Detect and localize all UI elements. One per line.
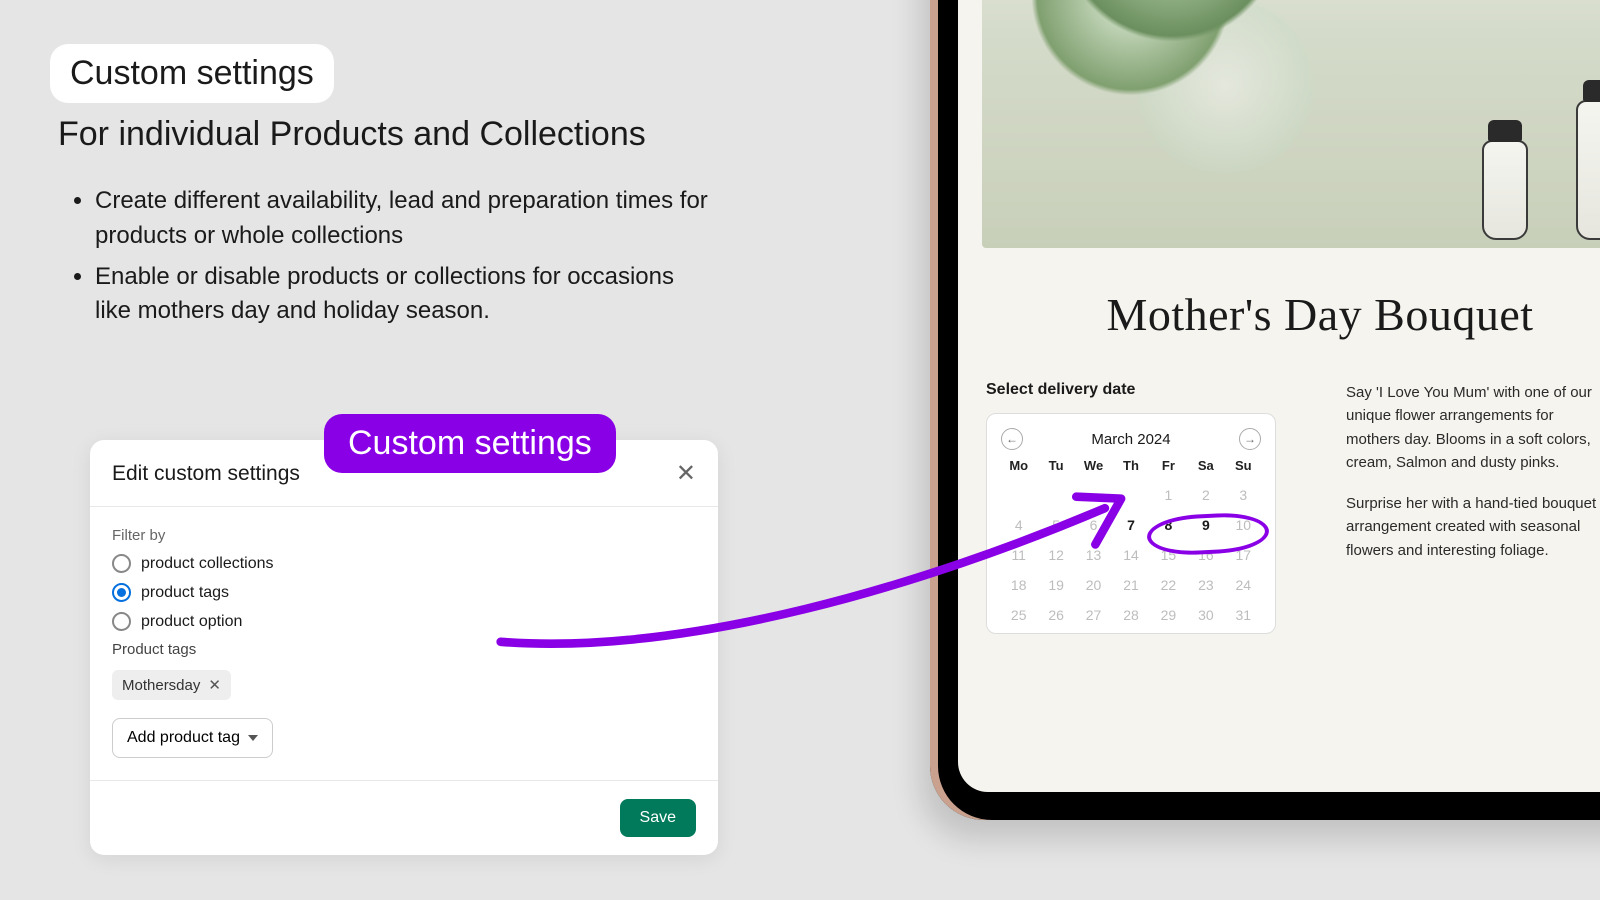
- tablet-device-frame: Mother's Day Bouquet Select delivery dat…: [930, 0, 1600, 820]
- radio-label: product tags: [141, 584, 229, 602]
- calendar-day: 20: [1076, 577, 1111, 593]
- calendar-day: 29: [1151, 607, 1186, 623]
- feature-bullet-list: Create different availability, lead and …: [95, 184, 715, 329]
- custom-settings-badge: Custom settings: [324, 414, 616, 473]
- calendar-day: 15: [1151, 547, 1186, 563]
- calendar-day: 22: [1151, 577, 1186, 593]
- radio-product-collections[interactable]: product collections: [112, 554, 696, 573]
- radio-label: product option: [141, 613, 242, 631]
- calendar-day[interactable]: 8: [1151, 517, 1186, 533]
- radio-icon: [112, 583, 131, 602]
- calendar-dow: Mo: [1001, 458, 1036, 473]
- product-tags-label: Product tags: [112, 641, 696, 658]
- calendar-day: [1076, 487, 1111, 503]
- calendar-day: 3: [1226, 487, 1261, 503]
- calendar-day: 5: [1038, 517, 1073, 533]
- delivery-date-calendar[interactable]: ← March 2024 → MoTuWeThFrSaSu12345678910…: [986, 413, 1276, 634]
- calendar-day: 21: [1113, 577, 1148, 593]
- radio-icon: [112, 612, 131, 631]
- tag-chip-mothersday[interactable]: Mothersday ✕: [112, 670, 231, 700]
- calendar-dow: Fr: [1151, 458, 1186, 473]
- calendar-day: 12: [1038, 547, 1073, 563]
- calendar-day: 1: [1151, 487, 1186, 503]
- calendar-day: 28: [1113, 607, 1148, 623]
- calendar-day: 14: [1113, 547, 1148, 563]
- calendar-next-icon[interactable]: →: [1239, 428, 1261, 450]
- product-desc-p1: Say 'I Love You Mum' with one of our uni…: [1346, 381, 1600, 474]
- calendar-day: 25: [1001, 607, 1036, 623]
- calendar-day: 17: [1226, 547, 1261, 563]
- page-title: Custom settings: [50, 44, 334, 103]
- close-icon[interactable]: ✕: [676, 462, 696, 486]
- edit-custom-settings-modal: Edit custom settings ✕ Filter by product…: [90, 440, 718, 855]
- save-button[interactable]: Save: [620, 799, 696, 837]
- calendar-dow: Su: [1226, 458, 1261, 473]
- filter-by-label: Filter by: [112, 527, 696, 544]
- calendar-month-label: March 2024: [1091, 431, 1170, 448]
- calendar-day: 4: [1001, 517, 1036, 533]
- tag-chip-label: Mothersday: [122, 677, 200, 694]
- calendar-day: 13: [1076, 547, 1111, 563]
- calendar-dow: Sa: [1188, 458, 1223, 473]
- calendar-day: 2: [1188, 487, 1223, 503]
- calendar-dow: We: [1076, 458, 1111, 473]
- calendar-prev-icon[interactable]: ←: [1001, 428, 1023, 450]
- tablet-screen: Mother's Day Bouquet Select delivery dat…: [958, 0, 1600, 792]
- calendar-day: 16: [1188, 547, 1223, 563]
- radio-icon: [112, 554, 131, 573]
- decor-bottle-icon: [1576, 100, 1600, 240]
- calendar-day: 10: [1226, 517, 1261, 533]
- calendar-day: 23: [1188, 577, 1223, 593]
- product-title: Mother's Day Bouquet: [958, 288, 1600, 341]
- caret-down-icon: [248, 735, 258, 741]
- feature-bullet: Enable or disable products or collection…: [95, 260, 715, 330]
- add-tag-label: Add product tag: [127, 729, 240, 747]
- product-desc-p2: Surprise her with a hand-tied bouquet ar…: [1346, 492, 1600, 562]
- calendar-day: [1113, 487, 1148, 503]
- calendar-day: 27: [1076, 607, 1111, 623]
- calendar-day[interactable]: 9: [1188, 517, 1223, 533]
- decor-bottle-icon: [1482, 140, 1528, 240]
- add-product-tag-button[interactable]: Add product tag: [112, 718, 273, 758]
- page-subtitle: For individual Products and Collections: [58, 115, 810, 154]
- select-delivery-date-label: Select delivery date: [986, 381, 1276, 399]
- radio-product-tags[interactable]: product tags: [112, 583, 696, 602]
- calendar-day: 11: [1001, 547, 1036, 563]
- calendar-dow: Th: [1113, 458, 1148, 473]
- calendar-day: [1001, 487, 1036, 503]
- calendar-day: 18: [1001, 577, 1036, 593]
- product-hero-image: [982, 0, 1600, 248]
- calendar-day: 26: [1038, 607, 1073, 623]
- calendar-day: 30: [1188, 607, 1223, 623]
- feature-bullet: Create different availability, lead and …: [95, 184, 715, 254]
- radio-product-option[interactable]: product option: [112, 612, 696, 631]
- calendar-day: 6: [1076, 517, 1111, 533]
- calendar-day: 24: [1226, 577, 1261, 593]
- calendar-dow: Tu: [1038, 458, 1073, 473]
- radio-label: product collections: [141, 555, 274, 573]
- product-description: Say 'I Love You Mum' with one of our uni…: [1346, 381, 1600, 634]
- calendar-day: [1038, 487, 1073, 503]
- modal-title: Edit custom settings: [112, 462, 300, 486]
- calendar-day: 19: [1038, 577, 1073, 593]
- calendar-day[interactable]: 7: [1113, 517, 1148, 533]
- calendar-day: 31: [1226, 607, 1261, 623]
- remove-tag-icon[interactable]: ✕: [208, 676, 221, 694]
